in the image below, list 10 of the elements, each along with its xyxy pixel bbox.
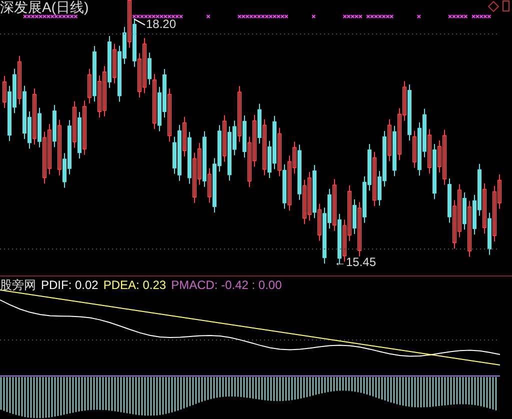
diamond-icon bbox=[488, 0, 500, 12]
rectangle-icon bbox=[502, 0, 510, 12]
leader-line bbox=[134, 18, 146, 26]
indicator-value: PDEA: 0.23 bbox=[103, 277, 166, 293]
chart-title: 深发展A(日线) bbox=[0, 0, 89, 16]
price-label: 18.20 bbox=[146, 17, 176, 31]
indicator-value: PDIF: 0.02 bbox=[41, 277, 98, 293]
indicator-value: PMACD: -0.42 : 0.00 bbox=[171, 277, 282, 293]
price-label: ←15.45 bbox=[334, 255, 376, 269]
indicator-name: 股旁网 bbox=[0, 277, 36, 293]
